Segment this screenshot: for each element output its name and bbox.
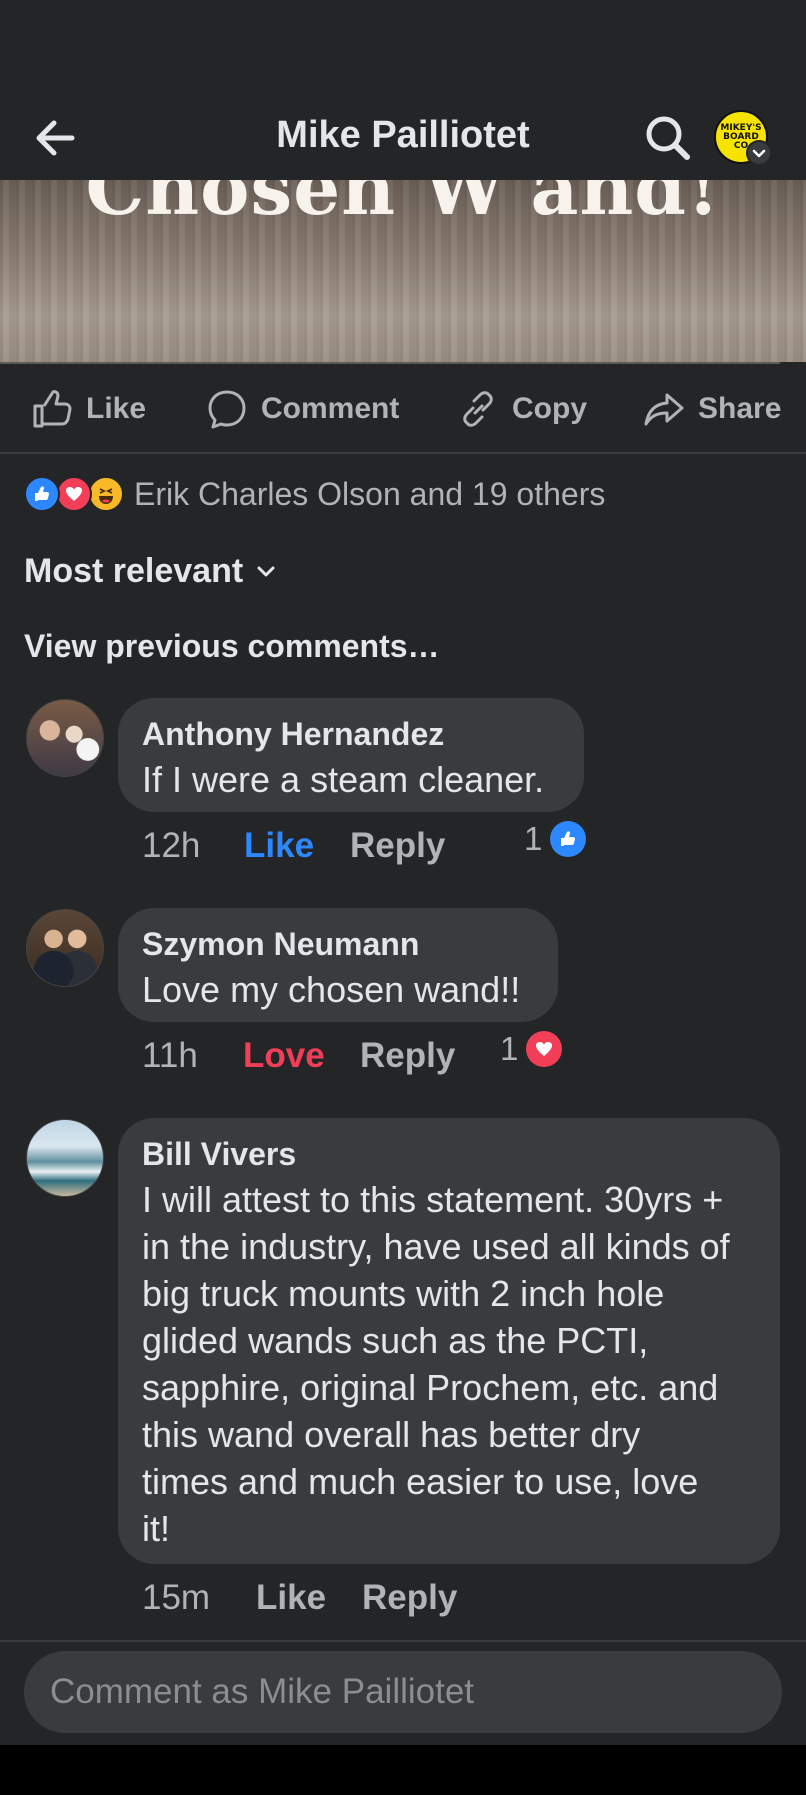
commenter-name[interactable]: Szymon Neumann [142, 922, 534, 966]
comment-input-placeholder: Comment as Mike Pailliotet [50, 1672, 475, 1711]
status-bar [0, 0, 806, 90]
comment-text-line: glided wands such as the PCTI, [142, 1320, 649, 1361]
action-bar-divider [0, 452, 806, 454]
comment-text-line: this wand overall has better dry [142, 1414, 641, 1455]
copy-label: Copy [512, 392, 587, 425]
app-header: Mike Pailliotet MIKEY'S BOARD CO [0, 90, 806, 180]
share-button[interactable]: Share [642, 384, 781, 434]
sort-label: Most relevant [24, 552, 244, 590]
comment-button[interactable]: Comment [205, 384, 399, 434]
share-arrow-icon [644, 393, 684, 426]
thumbs-up-icon [33, 390, 72, 428]
composer-divider [0, 1640, 806, 1642]
search-button[interactable] [640, 110, 696, 166]
avatar[interactable] [26, 909, 104, 987]
comment-bubble-icon [208, 390, 246, 429]
comment-meta: 11h Love Reply 1 [142, 1030, 742, 1080]
comment-reaction-count[interactable]: 1 [524, 820, 587, 858]
comment-text-line: I will attest to this statement. 30yrs + [142, 1179, 724, 1220]
comment-text: Love my chosen wand!! [142, 969, 521, 1010]
link-icon [463, 391, 493, 427]
account-menu-button[interactable] [746, 140, 772, 166]
post-action-bar: Like Comment Copy Share [0, 364, 806, 454]
comment-like-button[interactable]: Like [256, 1578, 326, 1618]
comment-like-button[interactable]: Like [244, 826, 314, 866]
comment-reply-button[interactable]: Reply [350, 826, 445, 866]
avatar[interactable] [26, 1119, 104, 1197]
comment-text-line: times and much easier to use, love [142, 1461, 699, 1502]
reactions-summary[interactable]: Erik Charles Olson and 19 others [24, 472, 605, 516]
comment-meta: 15m Like Reply [142, 1572, 742, 1622]
search-icon [646, 116, 690, 160]
reaction-count-number: 1 [524, 820, 543, 857]
like-icon [24, 476, 60, 512]
comment-reply-button[interactable]: Reply [362, 1578, 457, 1618]
reactions-summary-text: Erik Charles Olson and 19 others [134, 475, 606, 512]
haha-icon [88, 476, 124, 512]
reaction-count-number: 1 [500, 1030, 519, 1067]
commenter-name[interactable]: Anthony Hernandez [142, 712, 560, 756]
chevron-down-icon [752, 149, 766, 158]
comment-reply-button[interactable]: Reply [360, 1036, 455, 1076]
copy-link-button[interactable]: Copy [456, 384, 587, 434]
comment-timestamp: 15m [142, 1578, 211, 1617]
chevron-down-icon [257, 566, 275, 576]
comment-bubble[interactable]: Bill Vivers I will attest to this statem… [118, 1118, 780, 1564]
comment-bubble[interactable]: Anthony Hernandez If I were a steam clea… [118, 698, 584, 812]
comment-timestamp: 12h [142, 826, 201, 865]
commenter-name[interactable]: Bill Vivers [142, 1132, 756, 1176]
comment-meta: 12h Like Reply 1 [142, 820, 742, 870]
post-image[interactable]: Chosen W'and! [0, 180, 806, 362]
view-previous-comments-link[interactable]: View previous comments… [24, 628, 440, 665]
like-icon [550, 821, 587, 857]
comment-reaction-count[interactable]: 1 [500, 1030, 563, 1068]
share-label: Share [698, 392, 782, 425]
comment-text: If I were a steam cleaner. [142, 759, 545, 800]
comment-text-line: it! [142, 1508, 171, 1549]
love-icon [526, 1031, 563, 1067]
comment-bubble[interactable]: Szymon Neumann Love my chosen wand!! [118, 908, 558, 1022]
comment-text-line: sapphire, original Prochem, etc. and [142, 1367, 719, 1408]
comment-label: Comment [261, 392, 400, 425]
comment-text-line: big truck mounts with 2 inch hole [142, 1273, 665, 1314]
comment-timestamp: 11h [142, 1036, 198, 1075]
love-icon [56, 476, 92, 512]
like-button[interactable]: Like [30, 384, 146, 434]
comment-text-line: in the industry, have used all kinds of [142, 1226, 730, 1267]
like-label: Like [86, 392, 147, 425]
comment-love-button[interactable]: Love [243, 1036, 325, 1076]
post-image-caption: Chosen W'and! [85, 180, 721, 232]
system-nav-bar [0, 1745, 806, 1795]
comment-input[interactable]: Comment as Mike Pailliotet [24, 1651, 782, 1733]
avatar[interactable] [26, 699, 104, 777]
comment-sort-dropdown[interactable]: Most relevant [24, 552, 279, 591]
